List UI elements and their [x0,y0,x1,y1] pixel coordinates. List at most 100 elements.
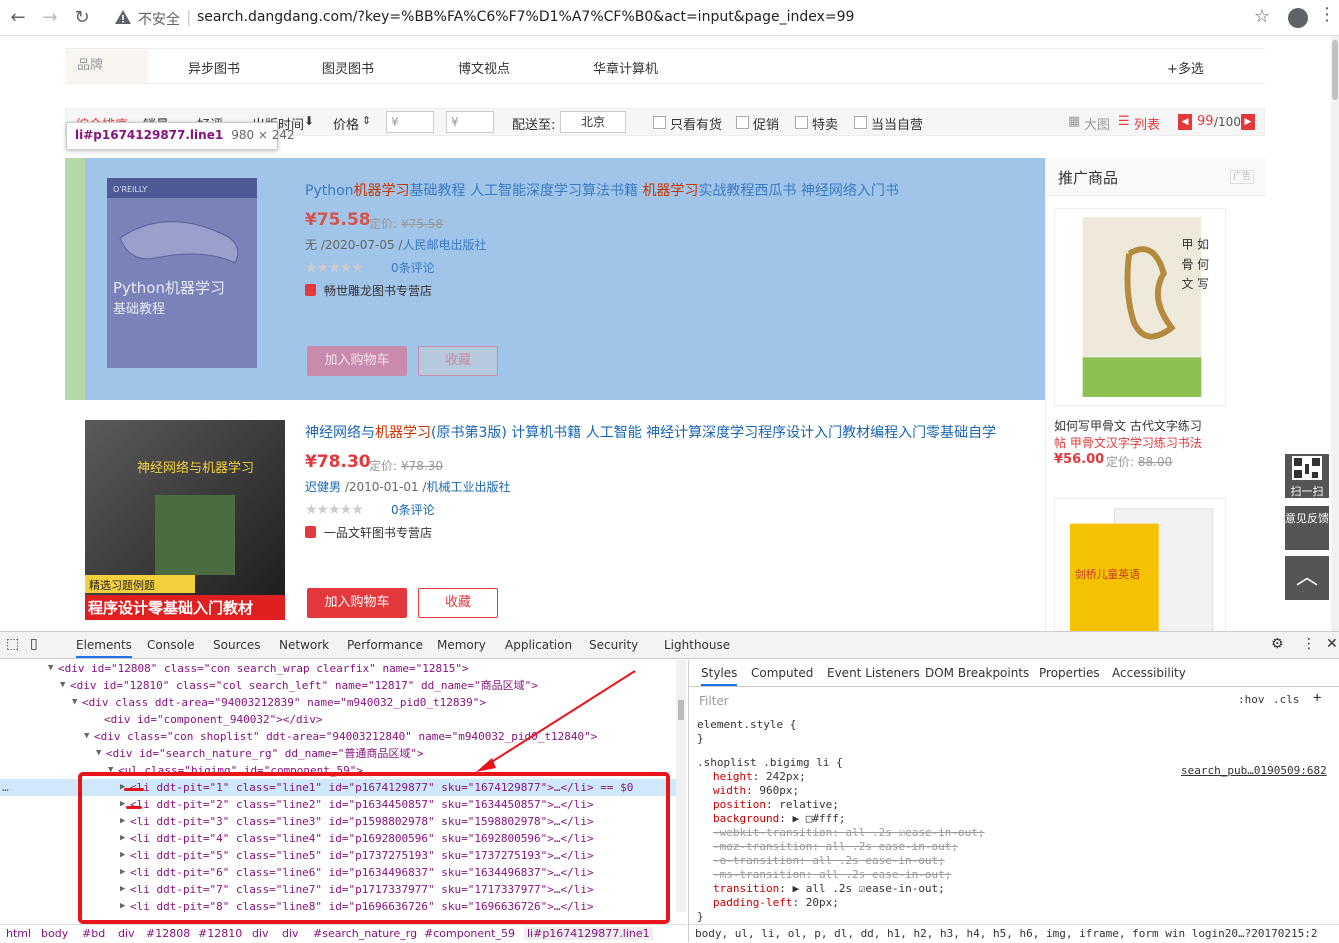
product-item[interactable]: O'REILLY Python机器学习 基础教程 Python机器学习基础教程 … [65,158,1045,400]
expand-arrow-icon[interactable]: ▼ [84,728,89,745]
css-property[interactable]: height [713,770,753,783]
styles-filter-input[interactable]: Filter [695,691,1227,711]
expand-arrow-icon[interactable]: ▼ [72,694,77,711]
price-to-input[interactable]: ¥ [446,111,494,133]
tab-network[interactable]: Network [279,638,329,652]
tab-styles[interactable]: Styles [701,666,738,686]
promo-checkbox[interactable] [736,116,749,129]
add-to-cart-button[interactable]: 加入购物车 [307,346,407,376]
self-run-checkbox[interactable] [854,116,867,129]
css-value[interactable]: 242px; [766,770,806,783]
favorite-button[interactable]: 收藏 [418,346,498,376]
breadcrumb-item[interactable]: div [118,927,135,940]
breadcrumb-item[interactable]: #component_59 [424,927,515,940]
reload-icon[interactable]: ↻ [70,6,94,30]
tab-sources[interactable]: Sources [213,638,260,652]
expand-arrow-icon[interactable]: ▼ [60,677,65,694]
css-property[interactable]: padding-left [713,896,792,909]
css-declaration[interactable]: -o-transition: all .2s ease-in-out; [713,854,945,868]
css-value[interactable]: 20px; [806,896,839,909]
breadcrumb-item[interactable]: #12810 [198,927,242,940]
back-icon[interactable]: ← [6,6,30,30]
price-from-input[interactable]: ¥ [386,111,434,133]
shop-name-link[interactable]: 一品文轩图书专营店 [324,524,432,541]
tab-properties[interactable]: Properties [1039,666,1100,680]
tab-accessibility[interactable]: Accessibility [1112,666,1186,680]
css-declaration[interactable]: transition: ▶ all .2s ☑ease-in-out; [713,882,945,896]
tab-lighthouse[interactable]: Lighthouse [664,638,730,652]
sale-checkbox[interactable] [795,116,808,129]
promo-book-cover[interactable]: 剑桥儿童英语 [1054,498,1226,631]
css-property[interactable]: -moz-transition [713,840,812,853]
css-value[interactable]: all .2s ease-in-out; [826,840,958,853]
close-devtools-icon[interactable]: ✕ [1326,636,1338,652]
shop-name-link[interactable]: 畅世雕龙图书专营店 [324,282,432,299]
css-value[interactable]: 960px; [759,784,799,797]
next-page-icon[interactable]: ▶ [1241,114,1255,130]
url-text[interactable]: search.dangdang.com/?key=%BB%FA%C6%F7%D1… [197,9,854,25]
tab-elements[interactable]: Elements [76,638,132,658]
breadcrumb-item[interactable]: div [252,927,269,940]
scroll-thumb[interactable] [678,700,684,720]
in-stock-checkbox[interactable] [653,116,666,129]
brand-link[interactable]: 博文视点 [458,58,510,77]
tab-console[interactable]: Console [147,638,195,652]
css-value[interactable]: all .2s ease-in-out; [812,854,944,867]
tab-performance[interactable]: Performance [347,638,423,652]
review-count-link[interactable]: 0条评论 [391,259,435,276]
breadcrumb-item[interactable]: html [6,927,31,940]
profile-avatar-icon[interactable] [1288,8,1308,28]
address-bar[interactable]: 不安全 | search.dangdang.com/?key=%BB%FA%C6… [100,4,1280,32]
product-title[interactable]: Python机器学习基础教程 人工智能深度学习算法书籍 机器学习实战教程西瓜书 … [305,180,899,200]
city-select[interactable]: 北京 [560,111,626,133]
in-stock-label[interactable]: 只看有货 [670,114,722,133]
css-declaration[interactable]: background: ▶ □#fff; [713,812,845,826]
tab-computed[interactable]: Computed [751,666,813,680]
dom-scrollbar[interactable] [676,660,686,912]
self-run-label[interactable]: 当当自营 [871,114,923,133]
css-property[interactable]: position [713,798,766,811]
css-declaration[interactable]: position: relative; [713,798,839,812]
breadcrumb-item[interactable]: #search_nature_rg [313,927,417,940]
promo-item-title[interactable]: 如何写甲骨文 古代文字练习 [1054,417,1202,434]
expand-arrow-icon[interactable]: ▼ [96,745,101,762]
brand-link[interactable]: 华章计算机 [593,58,658,77]
breadcrumb-item[interactable]: div [282,927,299,940]
css-declaration[interactable]: width: 960px; [713,784,799,798]
breadcrumb-item[interactable]: #bd [82,927,105,940]
sort-price[interactable]: 价格 [333,114,359,133]
grid-view-icon[interactable]: ▦ [1068,114,1080,129]
list-view-label[interactable]: 列表 [1134,114,1160,133]
brand-link[interactable]: 图灵图书 [322,58,374,77]
scroll-thumb[interactable] [1332,40,1338,100]
list-view-icon[interactable]: ☰ [1118,114,1130,129]
css-declaration[interactable]: -webkit-transition: all .2s ☑ease-in-out… [713,826,985,840]
review-count-link[interactable]: 0条评论 [391,501,435,518]
qr-code-button[interactable]: 扫一扫 [1285,454,1329,498]
promo-item-subtitle[interactable]: 帖 甲骨文汉字学习练习书法 [1054,434,1202,451]
sale-label[interactable]: 特卖 [812,114,838,133]
css-value[interactable]: ▶ all .2s ☑ease-in-out; [792,882,944,895]
book-cover[interactable]: O'REILLY Python机器学习 基础教程 [85,178,285,378]
brand-link[interactable]: 异步图书 [188,58,240,77]
tab-event-listeners[interactable]: Event Listeners [827,666,920,680]
settings-gear-icon[interactable]: ⚙ [1271,636,1284,652]
css-declaration[interactable]: padding-left: 20px; [713,896,839,910]
book-cover[interactable]: 神经网络与机器学习 精选习题例题 程序设计零基础入门教材 [85,420,285,620]
breadcrumb-item[interactable]: body [41,927,68,940]
css-value[interactable]: all .2s ☑ease-in-out; [845,826,984,839]
breadcrumb-item[interactable]: #12808 [146,927,190,940]
hover-state-toggle[interactable]: :hov [1238,693,1265,706]
promo-label[interactable]: 促销 [753,114,779,133]
tab-memory[interactable]: Memory [437,638,486,652]
tab-application[interactable]: Application [505,638,572,652]
css-value[interactable]: ▶ □#fff; [792,812,845,825]
css-value[interactable]: all .2s ease-in-out; [819,868,951,881]
back-to-top-icon[interactable]: ︿ [1285,556,1329,600]
rule-source-link[interactable]: search_pub…0190509:682 [1181,764,1327,777]
more-options-icon[interactable]: ⋮ [1302,636,1316,652]
add-to-cart-button[interactable]: 加入购物车 [307,588,407,618]
css-property[interactable]: background [713,812,779,825]
device-toolbar-icon[interactable]: ▯ [30,636,38,652]
inspect-element-icon[interactable]: ⬚ [6,636,19,652]
